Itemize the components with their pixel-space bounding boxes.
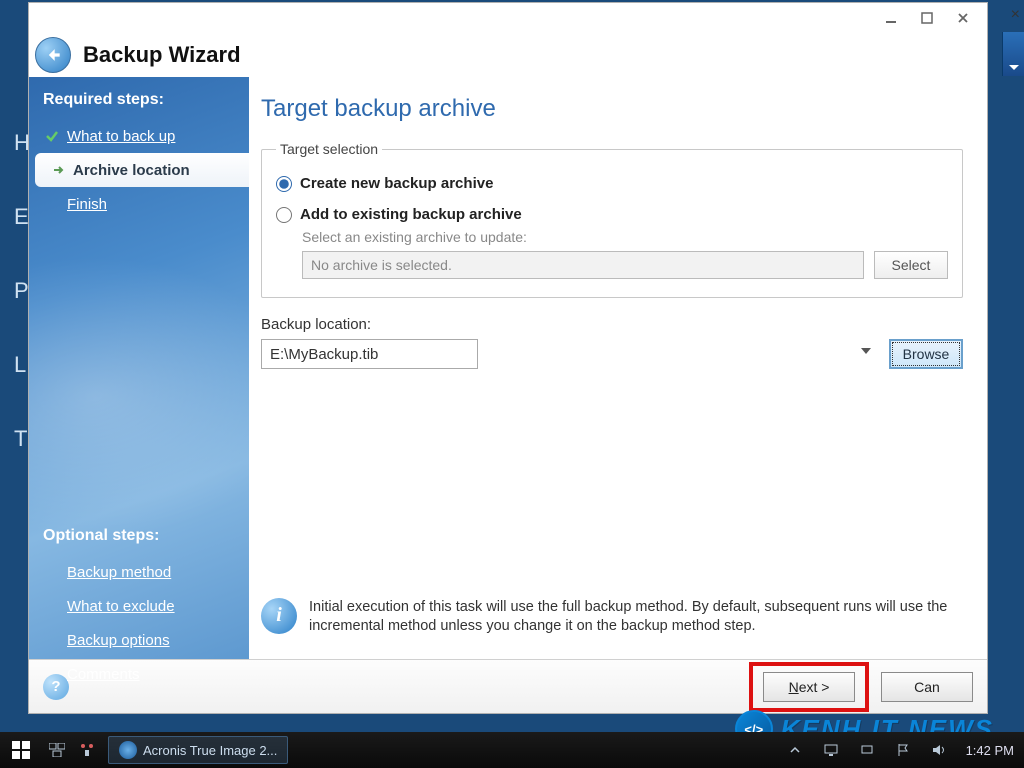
taskbar-app-acronis[interactable]: Acronis True Image 2...: [108, 736, 288, 764]
step-comments[interactable]: Comments: [29, 657, 249, 691]
minimize-button[interactable]: [873, 6, 909, 30]
group-legend: Target selection: [276, 141, 382, 157]
step-backup-options[interactable]: Backup options: [29, 623, 249, 657]
radio-create-new[interactable]: [276, 176, 292, 192]
browse-button[interactable]: Browse: [889, 339, 963, 369]
tray-chevron-icon[interactable]: [784, 739, 806, 761]
background-window-close: ×: [1011, 6, 1020, 24]
tray-network-icon[interactable]: [856, 739, 878, 761]
check-icon: [43, 127, 61, 145]
tray-volume-icon[interactable]: [928, 739, 950, 761]
select-archive-button: Select: [874, 251, 948, 279]
start-button[interactable]: [6, 736, 36, 764]
optional-steps-heading: Optional steps:: [29, 521, 249, 555]
taskview-icon[interactable]: [46, 739, 68, 761]
step-finish[interactable]: Finish: [29, 187, 249, 221]
back-button[interactable]: [35, 37, 71, 73]
backup-wizard-window: Backup Wizard Required steps: What to ba…: [28, 2, 988, 714]
page-title: Target backup archive: [261, 95, 963, 123]
add-existing-hint: Select an existing archive to update:: [302, 229, 948, 245]
backup-location-label: Backup location:: [261, 316, 963, 333]
tray-flag-icon[interactable]: [892, 739, 914, 761]
cancel-button[interactable]: Can: [881, 672, 973, 702]
existing-archive-input: [302, 251, 864, 279]
taskbar[interactable]: Acronis True Image 2... 1:42 PM: [0, 732, 1024, 768]
close-button[interactable]: [945, 6, 981, 30]
tray-monitor-icon[interactable]: [820, 739, 842, 761]
target-selection-group: Target selection Create new backup archi…: [261, 141, 963, 298]
wizard-title: Backup Wizard: [83, 42, 241, 68]
wizard-header: Backup Wizard: [29, 33, 987, 77]
radio-create-new-label[interactable]: Create new backup archive: [300, 175, 493, 192]
background-dropdown-strip: [1002, 32, 1024, 76]
acronis-icon: [119, 741, 137, 759]
step-archive-location[interactable]: Archive location: [35, 153, 249, 187]
radio-add-existing[interactable]: [276, 207, 292, 223]
taskbar-clock[interactable]: 1:42 PM: [966, 743, 1014, 758]
wizard-content: Target backup archive Target selection C…: [249, 77, 987, 659]
taskbar-app-label: Acronis True Image 2...: [143, 743, 277, 758]
radio-add-existing-label[interactable]: Add to existing backup archive: [300, 206, 522, 223]
next-button-highlight: Next >: [749, 662, 869, 712]
titlebar: [29, 3, 987, 33]
arrow-right-icon: [49, 161, 67, 179]
pinned-app-icon[interactable]: [76, 739, 98, 761]
info-text: Initial execution of this task will use …: [309, 598, 963, 637]
backup-location-input[interactable]: [261, 339, 478, 369]
required-steps-heading: Required steps:: [29, 85, 249, 119]
step-what-to-backup[interactable]: What to back up: [29, 119, 249, 153]
info-icon: i: [261, 598, 297, 634]
maximize-button[interactable]: [909, 6, 945, 30]
wizard-sidebar: Required steps: What to back up Archive …: [29, 77, 249, 659]
dropdown-caret-icon[interactable]: [861, 348, 871, 354]
next-button[interactable]: Next >: [763, 672, 855, 702]
step-what-to-exclude[interactable]: What to exclude: [29, 589, 249, 623]
step-backup-method[interactable]: Backup method: [29, 555, 249, 589]
